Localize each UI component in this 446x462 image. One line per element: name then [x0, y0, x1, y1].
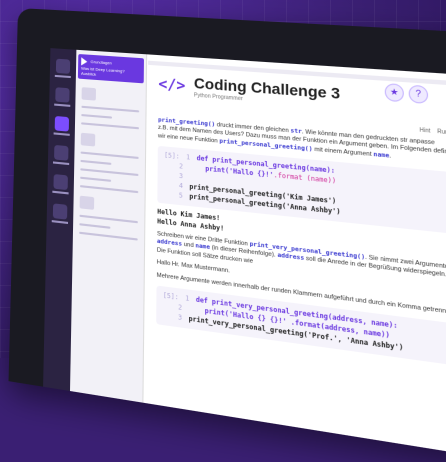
- lesson-item[interactable]: [80, 176, 112, 182]
- sidebar-item-courses[interactable]: [55, 87, 70, 103]
- lesson-item[interactable]: [79, 223, 111, 229]
- sidebar-item-6[interactable]: [52, 203, 68, 220]
- hint-button[interactable]: Hint: [419, 127, 430, 135]
- sidebar-item-active[interactable]: [54, 115, 70, 132]
- lesson-item[interactable]: [81, 122, 140, 130]
- sidebar-item-home[interactable]: [55, 58, 71, 74]
- lesson-item[interactable]: [80, 151, 139, 160]
- lesson-item[interactable]: [80, 159, 112, 165]
- lesson-item[interactable]: [80, 168, 139, 177]
- lesson-item[interactable]: [79, 185, 139, 194]
- app-window: Grundlagen Was ist Deep Learning? Ausbli…: [43, 48, 446, 462]
- lesson-list: Grundlagen Was ist Deep Learning? Ausbli…: [70, 49, 148, 403]
- lesson-item[interactable]: [79, 231, 138, 241]
- lesson-icon: [80, 132, 96, 147]
- code-cell-2[interactable]: [5]: 1 def print_very_personal_greeting(ad…: [156, 285, 446, 372]
- challenge-content: </> Coding Challenge 3 Python Programmer…: [145, 54, 446, 462]
- code-lesson-icon: [79, 195, 95, 210]
- run-code-shortcut[interactable]: Run code: Ctrl + Ent: [437, 129, 446, 140]
- lesson-item[interactable]: [81, 105, 140, 113]
- lesson-icon: [81, 87, 97, 101]
- sidebar-item-5[interactable]: [53, 174, 68, 191]
- code-icon: </>: [158, 75, 186, 95]
- laptop-screen-frame: Grundlagen Was ist Deep Learning? Ausbli…: [8, 8, 446, 462]
- lesson-item-active[interactable]: Grundlagen Was ist Deep Learning? Ausbli…: [77, 54, 144, 84]
- lesson-item[interactable]: [79, 214, 138, 224]
- sidebar-item-4[interactable]: [54, 144, 69, 161]
- lesson-item[interactable]: [81, 114, 113, 119]
